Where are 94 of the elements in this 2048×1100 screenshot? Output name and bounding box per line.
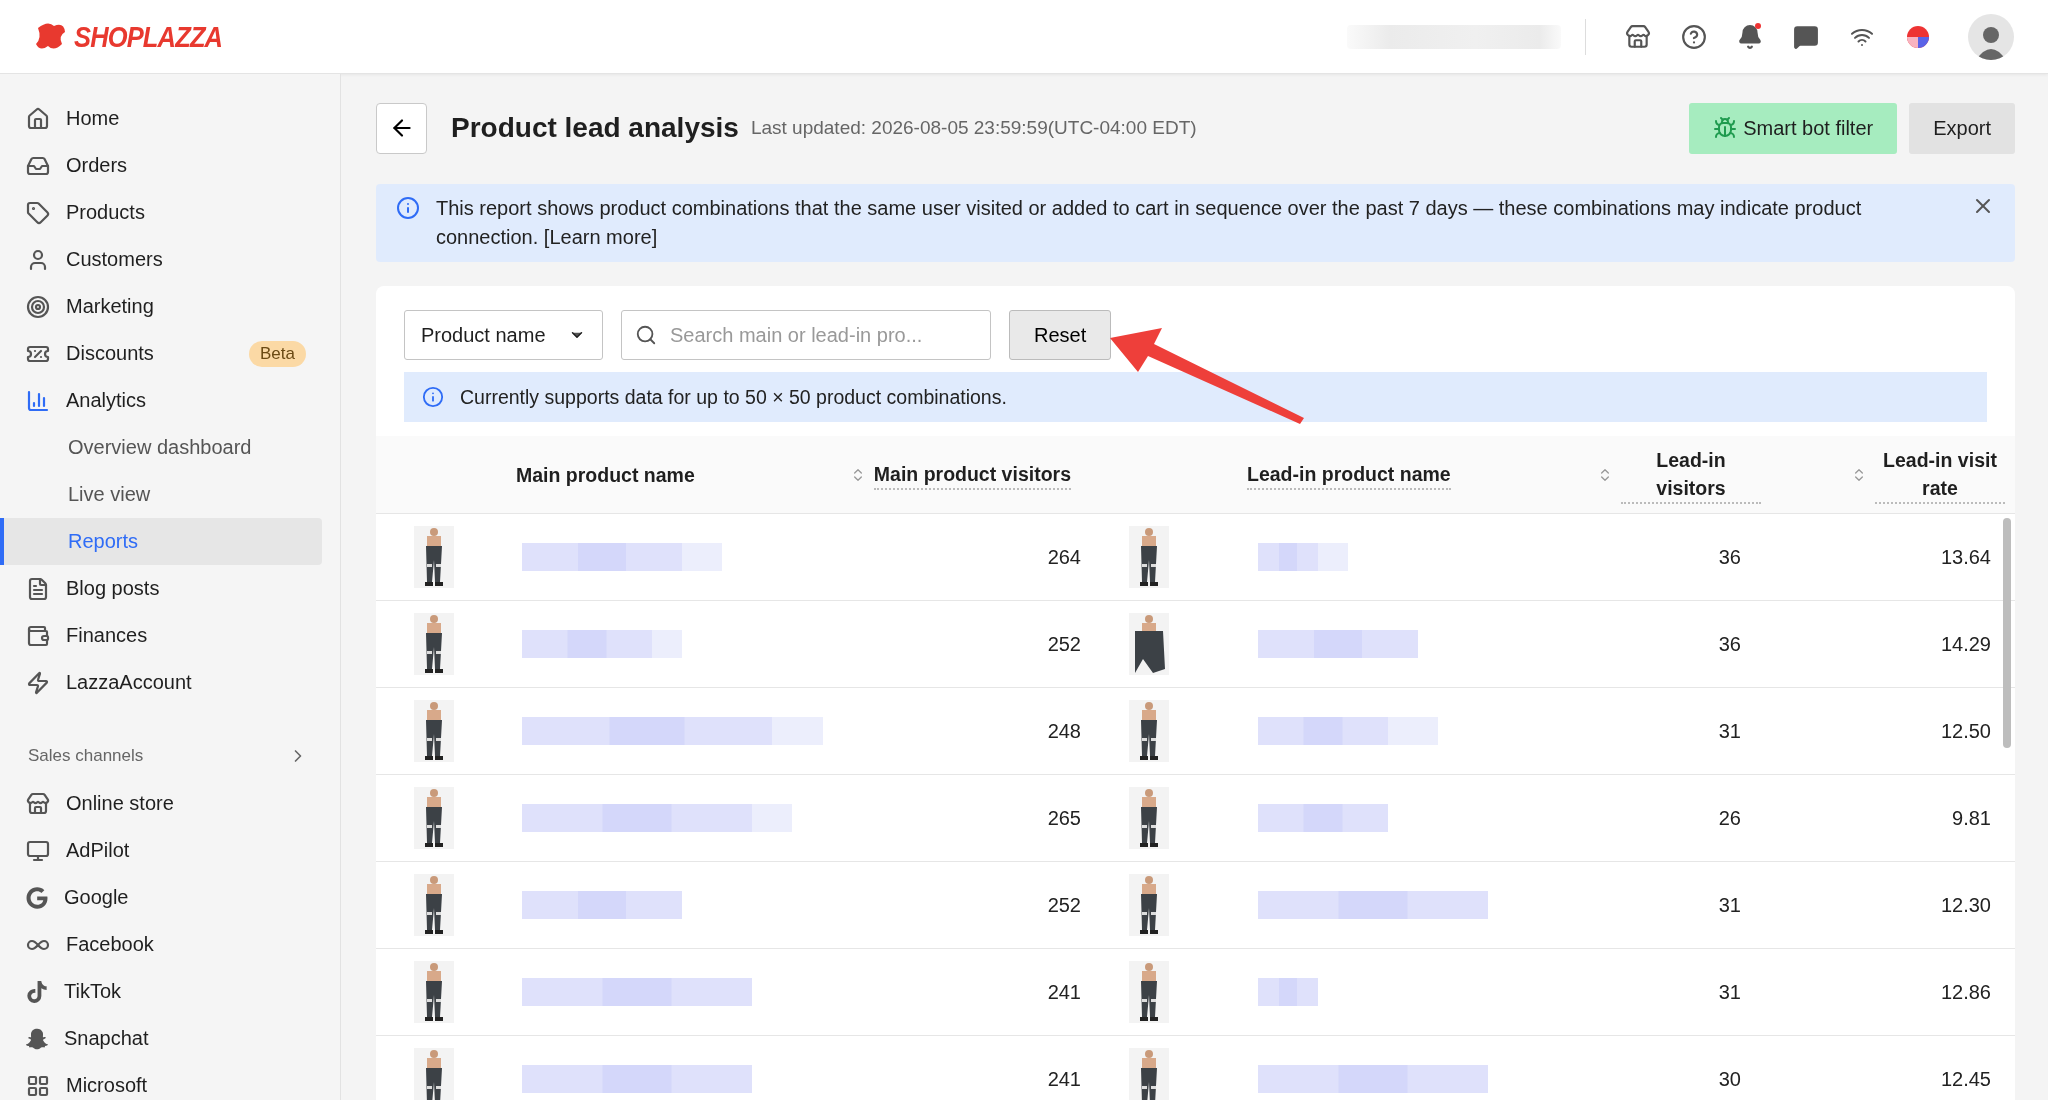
table-cell: 241 [1047, 1067, 1081, 1091]
alert-text: This report shows product combinations that the same user visited or added to cart in sequence over the past 7 days — these combinations may indicate product connection. [Learn more] [436, 196, 1863, 250]
sidebar-label: Facebook [66, 933, 154, 956]
store-icon [26, 791, 50, 816]
info-icon [396, 196, 420, 220]
reset-button[interactable]: Reset [1009, 310, 1112, 360]
sidebar-item[interactable]: TikTok [0, 968, 322, 1015]
sidebar-item[interactable]: Live view [0, 471, 322, 518]
document-icon [26, 576, 50, 601]
beta-badge: Beta [249, 340, 306, 367]
table-cell: 30 [1718, 1067, 1741, 1091]
sidebar-label: Snapchat [64, 1027, 149, 1050]
export-button[interactable]: Export [1909, 102, 2015, 154]
sidebar-label: Google [64, 886, 129, 909]
sidebar-label: Marketing [66, 295, 154, 318]
sidebar-label: Reports [68, 530, 139, 553]
sidebar-item[interactable]: Microsoft [0, 1062, 322, 1100]
sidebar-item[interactable]: Snapchat [0, 1015, 322, 1062]
sidebar-label: Live view [68, 483, 151, 506]
table-cell: 26 [1718, 806, 1741, 830]
sidebar-label: Microsoft [66, 1074, 148, 1097]
sidebar-label: LazzaAccount [66, 671, 192, 694]
sidebar-label: Customers [66, 248, 163, 271]
table-cell: 12.50 [1940, 719, 1991, 743]
info-icon [422, 386, 444, 408]
sidebar-label: Products [66, 201, 145, 224]
sidebar-label: Online store [66, 792, 174, 815]
avatar[interactable] [1968, 13, 2014, 60]
page-title: Product lead analysis [451, 112, 739, 144]
scrollbar[interactable] [2003, 518, 2011, 748]
sidebar-item[interactable]: LazzaAccount [0, 659, 322, 706]
bug-icon [1713, 116, 1738, 140]
table-cell: 248 [1047, 719, 1081, 743]
ghost-icon [26, 1027, 48, 1050]
table-cell: 252 [1047, 893, 1081, 917]
sidebar-item[interactable]: Blog posts [0, 565, 322, 612]
section-title: Sales channels [28, 746, 144, 766]
bar-chart-icon [26, 388, 50, 413]
sidebar-label: Overview dashboard [68, 436, 252, 459]
sidebar-item[interactable]: Analytics [0, 377, 322, 424]
table-cell: 265 [1047, 806, 1081, 830]
tiktok-icon [26, 980, 48, 1003]
wallet-icon [26, 623, 50, 648]
sidebar-item[interactable]: Customers [0, 236, 322, 283]
sidebar-item[interactable]: Overview dashboard [0, 424, 322, 471]
search-icon [635, 324, 657, 346]
grid-icon [26, 1073, 50, 1098]
table-cell: 252 [1047, 632, 1081, 656]
sidebar-item[interactable]: Marketing [0, 283, 322, 330]
sidebar-label: Finances [66, 624, 148, 647]
sidebar-item[interactable]: Discounts Beta [0, 330, 322, 377]
table-cell: 264 [1047, 545, 1081, 569]
lightning-icon [26, 670, 50, 695]
target-icon [26, 294, 50, 319]
table-cell: 12.30 [1940, 893, 1991, 917]
sidebar-item[interactable]: Facebook [0, 921, 322, 968]
ad-icon [26, 838, 50, 863]
sidebar-item[interactable]: Finances [0, 612, 322, 659]
sidebar-label: Orders [66, 154, 128, 177]
table-cell: 241 [1047, 980, 1081, 1004]
sidebar-label: Discounts [66, 342, 154, 365]
filter-select[interactable]: Product name [404, 310, 603, 360]
table-cell: 9.81 [1952, 806, 1991, 830]
sidebar-label: TikTok [64, 980, 122, 1003]
sidebar-item[interactable]: Reports [0, 518, 322, 565]
table-cell: 36 [1718, 632, 1741, 656]
table-cell: 31 [1718, 980, 1741, 1004]
sidebar-label: Blog posts [66, 577, 160, 600]
back-button[interactable] [376, 102, 427, 154]
notice-text: Currently supports data for up to 50 × 50 product combinations. [460, 385, 1007, 409]
sidebar-label: Analytics [66, 389, 147, 412]
table-cell: 31 [1718, 719, 1741, 743]
google-icon [26, 886, 48, 909]
sidebar-item[interactable]: Products [0, 189, 322, 236]
last-updated: Last updated: 2026-08-05 23:59:59(UTC-04:00 EDT) [750, 117, 1197, 139]
table-cell: 12.86 [1940, 980, 1991, 1004]
sidebar-label: Home [66, 107, 120, 130]
sidebar-item[interactable]: AdPilot [0, 827, 322, 874]
home-icon [26, 106, 50, 131]
sidebar-item[interactable]: Online store [0, 780, 322, 827]
sidebar-item[interactable]: Google [0, 874, 322, 921]
table-cell: 31 [1718, 893, 1741, 917]
logo-text: SHOPLAZZA [74, 19, 223, 54]
table-cell: 36 [1718, 545, 1741, 569]
table-cell: 12.45 [1940, 1067, 1991, 1091]
table-cell: 14.29 [1940, 632, 1991, 656]
blurred-name-drawing [1258, 978, 1318, 1006]
table-cell: 13.64 [1940, 545, 1991, 569]
sidebar-label: AdPilot [66, 839, 130, 862]
sidebar-item[interactable]: Home [0, 95, 322, 142]
sidebar-item[interactable]: Orders [0, 142, 322, 189]
smart-bot-filter-button[interactable]: Smart bot filter [1689, 102, 1898, 154]
tag-icon [26, 200, 50, 225]
search-field[interactable]: Search main or lead-in pro... [621, 310, 991, 360]
